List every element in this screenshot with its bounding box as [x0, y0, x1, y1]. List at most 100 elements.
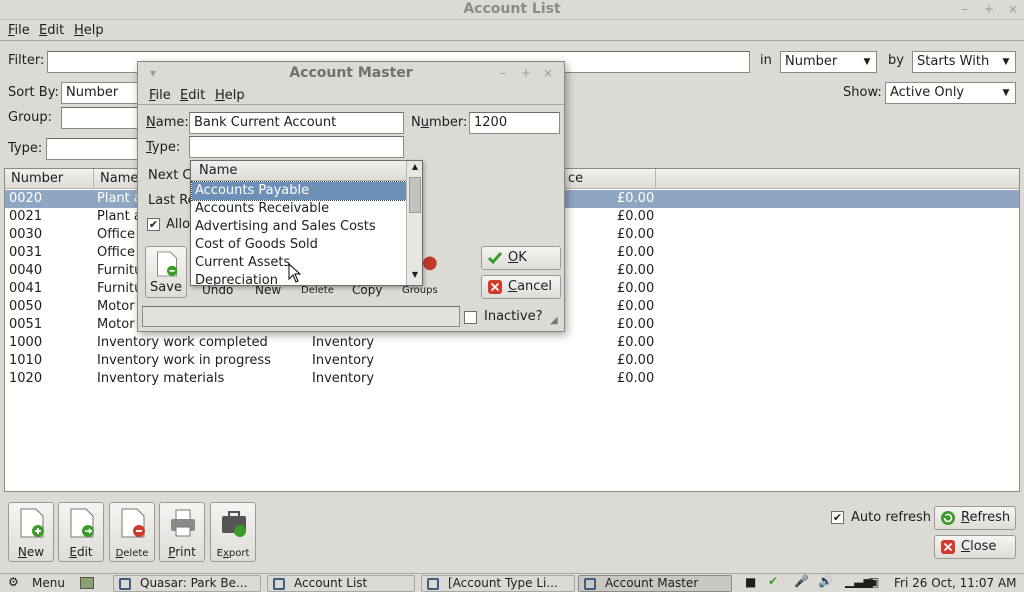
column-header-number[interactable]: Number — [5, 169, 94, 189]
edit-button-label: Edit — [69, 545, 93, 559]
show-label: Show: — [843, 85, 882, 100]
cancel-label: Cancel — [508, 279, 553, 294]
cell-number: 1020 — [9, 371, 43, 386]
new-button[interactable]: New — [8, 502, 54, 562]
allow-checkbox[interactable]: ✔ — [147, 218, 160, 231]
main-title-bar[interactable]: Account List – + × — [0, 0, 1024, 20]
edit-button[interactable]: Edit — [58, 502, 104, 562]
mouse-cursor-icon — [288, 263, 302, 283]
scroll-thumb[interactable] — [409, 177, 421, 213]
scroll-up-icon[interactable]: ▲ — [408, 162, 422, 176]
auto-refresh-checkbox[interactable]: ✔ — [831, 511, 844, 524]
task-account-type-list[interactable]: [Account Type Li... — [421, 575, 575, 592]
close-icon[interactable]: × — [1006, 2, 1020, 16]
minimize-icon[interactable]: – — [496, 66, 510, 80]
shield-icon[interactable]: ✔ — [768, 574, 778, 588]
stop-icon[interactable]: ■ — [745, 575, 756, 589]
popup-column-header[interactable]: Name — [191, 161, 407, 181]
show-value: Active Only — [890, 85, 965, 100]
delete-button-label: Delete — [115, 548, 149, 559]
cell-type: Inventory — [312, 371, 375, 386]
minimize-icon[interactable]: – — [958, 2, 972, 16]
menu-help[interactable]: Help — [74, 23, 104, 38]
popup-item[interactable]: Accounts Receivable — [192, 200, 406, 218]
dialog-title-bar[interactable]: ▾ Account Master – + × — [138, 62, 564, 84]
inactive-checkbox[interactable] — [464, 311, 477, 324]
column-header-name[interactable]: Name — [94, 169, 139, 189]
table-row[interactable]: 1010 Inventory work in progress Inventory £… — [5, 352, 1019, 370]
refresh-icon — [941, 511, 955, 525]
dialog-menu-help[interactable]: Help — [215, 88, 245, 103]
checkmark-icon: ✔ — [148, 218, 159, 231]
maximize-icon[interactable]: + — [519, 66, 533, 80]
cell-number: 0051 — [9, 317, 43, 332]
close-button[interactable]: Close — [934, 535, 1016, 559]
cell-number: 0040 — [9, 263, 43, 278]
task-quasar[interactable]: Quasar: Park Be... — [113, 575, 261, 592]
volume-icon[interactable]: 🔊 — [818, 574, 833, 588]
filter-column-select[interactable]: Number ▼ — [780, 51, 877, 73]
scroll-down-icon[interactable]: ▼ — [408, 270, 422, 284]
print-button[interactable]: Print — [159, 502, 205, 562]
task-account-master[interactable]: Account Master — [578, 575, 732, 592]
group-input[interactable] — [61, 107, 141, 129]
save-button[interactable]: Save — [145, 246, 187, 298]
cell-name: Furnitu — [97, 281, 143, 296]
close-icon[interactable]: × — [541, 66, 555, 80]
close-label: Close — [961, 539, 997, 554]
popup-item[interactable]: Advertising and Sales Costs — [192, 218, 406, 236]
cancel-button[interactable]: Cancel — [481, 275, 561, 299]
delete-tool-button[interactable]: Delete — [301, 285, 334, 296]
cell-number: 0030 — [9, 227, 43, 242]
popup-item[interactable]: Accounts Payable — [191, 181, 407, 201]
name-input[interactable]: Bank Current Account — [189, 112, 404, 134]
type-combo[interactable] — [189, 136, 404, 158]
groups-button[interactable]: Groups — [402, 285, 438, 296]
cell-number: 0020 — [9, 191, 43, 206]
microphone-icon[interactable]: 🎤 — [794, 574, 809, 588]
table-row[interactable]: 1000 Inventory work completed Inventory £0.… — [5, 334, 1019, 352]
sortby-value: Number — [66, 85, 119, 100]
menu-launcher[interactable]: Menu — [32, 576, 65, 590]
auto-refresh-label: Auto refresh — [851, 510, 932, 525]
type-dropdown-popup[interactable]: Name Accounts Payable Accounts Receivable… — [190, 160, 423, 286]
terminal-icon[interactable] — [80, 577, 94, 589]
task-account-list[interactable]: Account List — [267, 575, 415, 592]
refresh-button[interactable]: Refresh — [934, 506, 1016, 530]
number-label: Number: — [411, 115, 468, 130]
groups-icon: ● — [422, 252, 438, 273]
cell-number: 1010 — [9, 353, 43, 368]
inactive-label: Inactive? — [484, 309, 543, 324]
network-icon[interactable]: ▣ — [868, 575, 879, 589]
maximize-icon[interactable]: + — [982, 2, 996, 16]
number-input[interactable]: 1200 — [469, 112, 560, 134]
export-briefcase-icon — [222, 511, 246, 537]
chevron-down-icon: ▼ — [1002, 57, 1010, 67]
sortby-select[interactable]: Number — [61, 82, 141, 104]
clock[interactable]: Fri 26 Oct, 11:07 AM — [894, 576, 1017, 590]
menu-file[interactable]: File — [8, 23, 30, 38]
popup-item[interactable]: Cost of Goods Sold — [192, 236, 406, 254]
show-select[interactable]: Active Only ▼ — [885, 82, 1016, 104]
ok-label: OK — [508, 250, 527, 265]
column-header-balance[interactable]: ce — [562, 169, 656, 189]
cell-balance: £0.00 — [617, 263, 655, 278]
menu-edit[interactable]: Edit — [39, 23, 64, 38]
resize-grip-icon[interactable]: ◢ — [550, 315, 558, 326]
filter-mode-select[interactable]: Starts With ▼ — [912, 51, 1016, 73]
ok-button[interactable]: OK — [481, 246, 561, 270]
dialog-menu-edit[interactable]: Edit — [180, 88, 205, 103]
gear-icon[interactable]: ⚙ — [8, 575, 19, 589]
table-row[interactable]: 1020 Inventory materials Inventory £0.00 — [5, 370, 1019, 388]
export-button[interactable]: Export — [210, 502, 256, 562]
app-icon — [119, 578, 131, 590]
delete-button[interactable]: Delete — [109, 502, 155, 562]
task-label: Account List — [294, 576, 368, 590]
new-document-icon — [20, 508, 44, 538]
task-label: Account Master — [605, 576, 699, 590]
cell-name: Furnitu — [97, 263, 143, 278]
dialog-menu-file[interactable]: File — [149, 88, 171, 103]
type-input[interactable] — [46, 138, 141, 160]
name-label: Name: — [146, 115, 189, 130]
popup-scrollbar[interactable]: ▲ ▼ — [406, 161, 422, 285]
